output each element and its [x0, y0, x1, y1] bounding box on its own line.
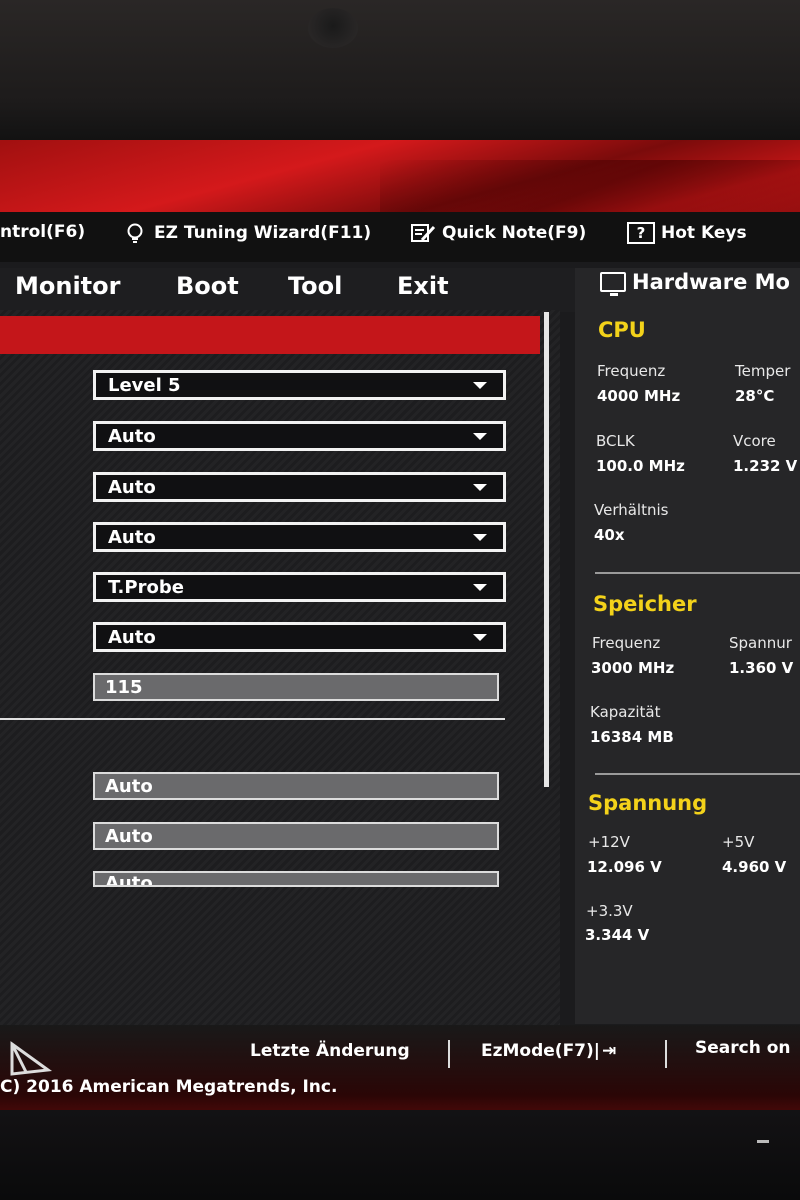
cpu-freq-value: 4000 MHz	[597, 387, 681, 405]
memory-heading: Speicher	[593, 592, 697, 616]
dropdown-auto-3[interactable]: Auto	[93, 522, 506, 552]
dropdown-auto-2[interactable]: Auto	[93, 472, 506, 502]
dropdown-tprobe[interactable]: T.Probe	[93, 572, 506, 602]
tab-boot[interactable]: Boot	[176, 272, 239, 300]
value-field-115[interactable]: 115	[93, 673, 499, 701]
voltage-heading: Spannung	[588, 791, 708, 815]
v12-value: 12.096 V	[587, 858, 662, 876]
cpu-temp-value: 28°C	[735, 387, 775, 405]
hardware-monitor-title: Hardware Mo	[600, 270, 790, 296]
dropdown-auto-4[interactable]: Auto	[93, 622, 506, 652]
bios-screen: ntrol(F6) EZ Tuning Wizard(F11) Quick No…	[0, 140, 800, 1112]
v33-value: 3.344 V	[585, 926, 650, 944]
v5-label: +5V	[722, 833, 755, 851]
caret-down-icon	[473, 584, 487, 591]
mem-freq-label: Frequenz	[592, 634, 661, 652]
mem-capacity-label: Kapazität	[590, 703, 661, 721]
cpu-temp-label: Temper	[735, 362, 791, 380]
mem-volt-value: 1.360 V	[729, 659, 794, 677]
note-pencil-icon	[410, 222, 436, 244]
hw-divider	[595, 773, 800, 775]
footer-separator	[665, 1040, 667, 1068]
mem-volt-label: Spannur	[729, 634, 792, 652]
hw-divider	[595, 572, 800, 574]
tab-monitor[interactable]: Monitor	[15, 272, 120, 300]
value-field-auto-2[interactable]: Auto	[93, 822, 499, 850]
webcam	[308, 8, 358, 48]
cpu-ratio-label: Verhältnis	[594, 501, 669, 519]
copyright-text: C) 2016 American Megatrends, Inc.	[0, 1077, 338, 1097]
help-icon: ?	[627, 222, 655, 244]
v5-value: 4.960 V	[722, 858, 787, 876]
caret-down-icon	[473, 484, 487, 491]
toolbar-fan-control[interactable]: ntrol(F6)	[0, 222, 85, 242]
dropdown-auto-1[interactable]: Auto	[93, 421, 506, 451]
caret-down-icon	[473, 382, 487, 389]
cpu-ratio-value: 40x	[594, 526, 625, 544]
room-background	[0, 0, 800, 145]
value-field-auto-1[interactable]: Auto	[93, 772, 499, 800]
section-divider	[0, 718, 505, 720]
cpu-heading: CPU	[598, 318, 646, 342]
mem-freq-value: 3000 MHz	[591, 659, 675, 677]
scrollbar[interactable]	[544, 312, 549, 787]
power-led	[757, 1140, 769, 1143]
toolbar-quick-note[interactable]: Quick Note(F9)	[410, 222, 586, 244]
caret-down-icon	[473, 433, 487, 440]
footer-bar	[0, 1025, 800, 1112]
selected-row[interactable]	[0, 316, 540, 354]
rog-logo-icon	[10, 1041, 53, 1076]
v12-label: +12V	[588, 833, 630, 851]
search-faq-button[interactable]: Search on	[695, 1038, 791, 1058]
toolbar-hot-keys[interactable]: ? Hot Keys	[627, 222, 747, 244]
cpu-bclk-label: BCLK	[596, 432, 635, 450]
last-change-button[interactable]: Letzte Änderung	[250, 1041, 410, 1061]
v33-label: +3.3V	[586, 902, 633, 920]
cpu-vcore-label: Vcore	[733, 432, 776, 450]
cpu-freq-label: Frequenz	[597, 362, 666, 380]
cpu-vcore-value: 1.232 V	[733, 457, 798, 475]
dropdown-level[interactable]: Level 5	[93, 370, 506, 400]
tab-tool[interactable]: Tool	[288, 272, 342, 300]
settings-panel	[0, 310, 560, 1030]
caret-down-icon	[473, 634, 487, 641]
toolbar-ez-tuning-wizard[interactable]: EZ Tuning Wizard(F11)	[122, 222, 371, 244]
tab-exit[interactable]: Exit	[397, 272, 449, 300]
monitor-bezel	[0, 1110, 800, 1200]
mem-capacity-value: 16384 MB	[590, 728, 674, 746]
caret-down-icon	[473, 534, 487, 541]
footer-separator	[448, 1040, 450, 1068]
monitor-icon	[600, 272, 626, 296]
ezmode-button[interactable]: EzMode(F7)| ⇥	[481, 1041, 616, 1061]
value-field-auto-3[interactable]: Auto	[93, 871, 499, 887]
lightbulb-icon	[122, 222, 148, 244]
exit-arrow-icon: ⇥	[602, 1041, 617, 1061]
cpu-bclk-value: 100.0 MHz	[596, 457, 685, 475]
